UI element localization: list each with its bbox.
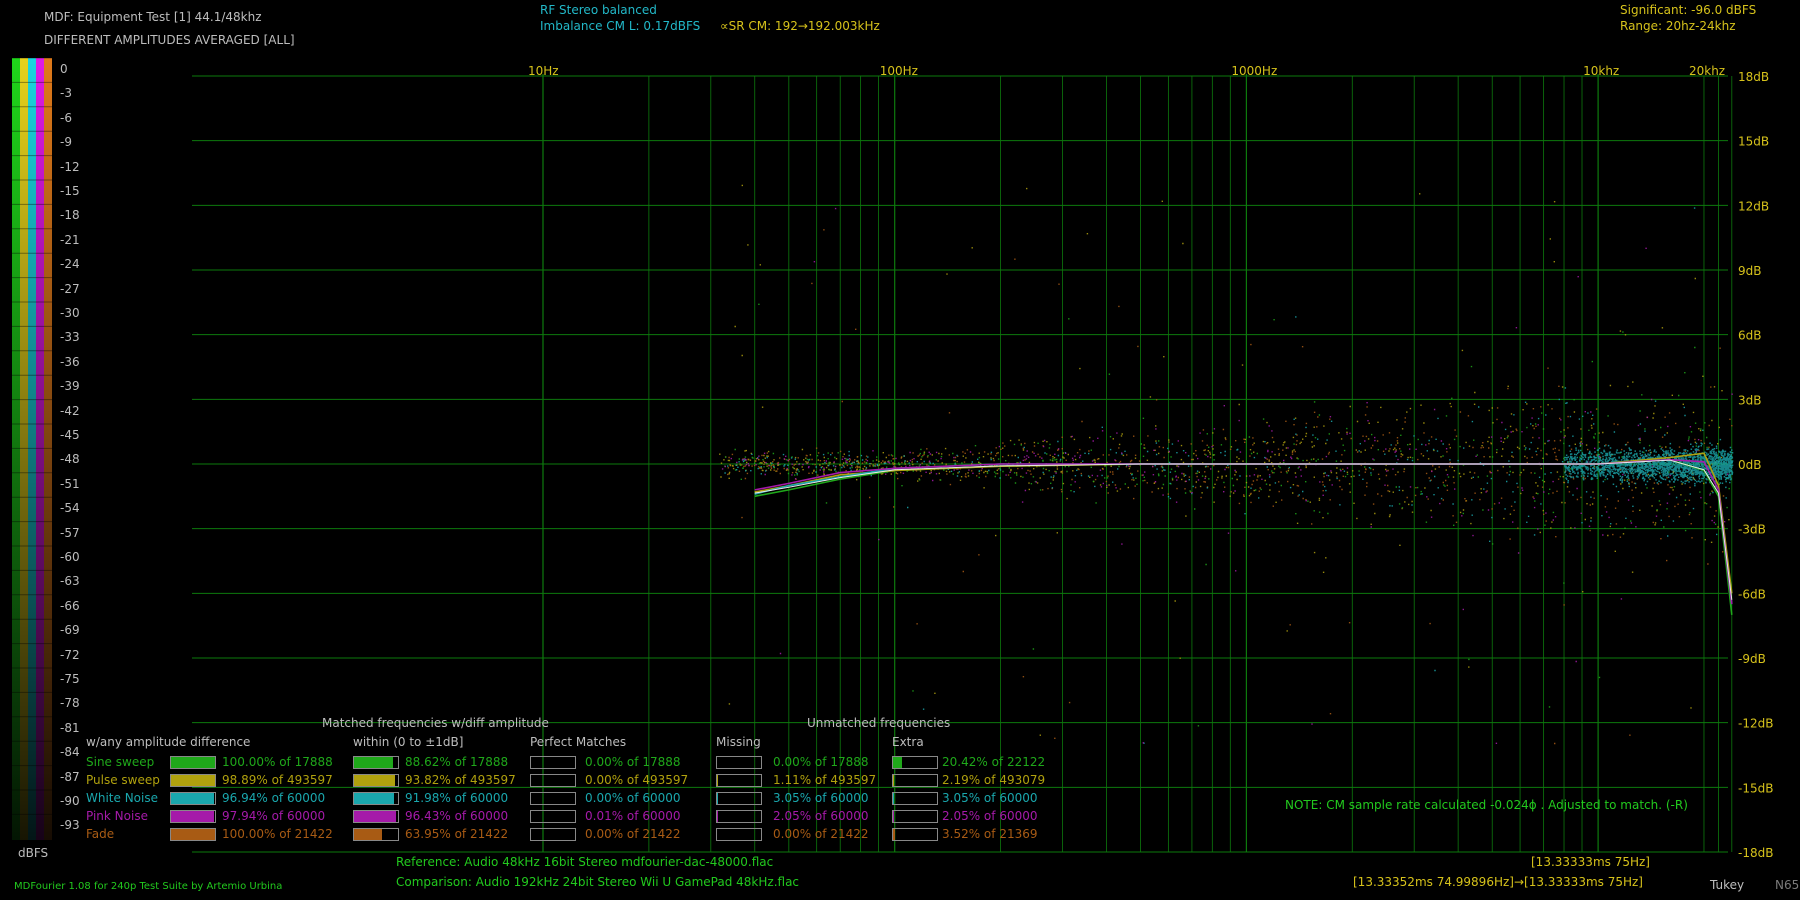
stats-bar-any: [170, 756, 216, 769]
stats-value-extra: 3.52% of 21369: [942, 827, 1038, 841]
stats-bar-extra: [892, 774, 938, 787]
stats-value-extra: 2.19% of 493079: [942, 773, 1046, 787]
y-tick-label: -18dB: [1738, 846, 1773, 860]
series-line-sine: [754, 458, 1733, 615]
stats-bar-perfect: [530, 810, 576, 823]
y-tick-label: 12dB: [1738, 199, 1769, 213]
stats-bar-extra: [892, 756, 938, 769]
stats-value-perfect: 0.00% of 21422: [585, 827, 681, 841]
stats-value-perfect: 0.01% of 60000: [585, 809, 681, 823]
stats-bar-within: [353, 828, 399, 841]
y-tick-label: 15dB: [1738, 135, 1769, 149]
y-tick-label: -6dB: [1738, 587, 1766, 601]
stats-value-missing: 0.00% of 17888: [773, 755, 869, 769]
timing-comparison: [13.33352ms 74.99896Hz]→[13.33333ms 75Hz…: [1353, 875, 1643, 889]
stats-value-missing: 2.05% of 60000: [773, 809, 869, 823]
stats-bar-perfect: [530, 792, 576, 805]
series-lines: [754, 452, 1733, 615]
stats-bar-missing: [716, 810, 762, 823]
y-tick-label: -9dB: [1738, 652, 1766, 666]
stats-row-label: Fade: [86, 827, 115, 841]
col-within-header: within (0 to ±1dB]: [353, 735, 464, 749]
reference-file: Reference: Audio 48kHz 16bit Stereo mdfo…: [396, 855, 774, 869]
stats-bar-any: [170, 774, 216, 787]
stats-bar-within: [353, 774, 399, 787]
stats-value-missing: 3.05% of 60000: [773, 791, 869, 805]
stats-bar-missing: [716, 756, 762, 769]
series-line-pulse: [754, 452, 1733, 594]
stats-row-label: Sine sweep: [86, 755, 155, 769]
stats-value-perfect: 0.00% of 493597: [585, 773, 689, 787]
stats-value-perfect: 0.00% of 17888: [585, 755, 681, 769]
y-tick-label: 9dB: [1738, 264, 1761, 278]
stats-bar-extra: [892, 810, 938, 823]
stats-value-perfect: 0.00% of 60000: [585, 791, 681, 805]
y-tick-label: 18dB: [1738, 70, 1769, 84]
stats-value-within: 88.62% of 17888: [405, 755, 509, 769]
x-tick-label: 10khz: [1583, 64, 1619, 78]
x-tick-label: 20khz: [1689, 64, 1725, 78]
stats-bar-missing: [716, 828, 762, 841]
window-label: Tukey: [1710, 878, 1745, 892]
stats-value-within: 96.43% of 60000: [405, 809, 509, 823]
stats-value-any: 100.00% of 17888: [222, 755, 333, 769]
stats-value-within: 93.82% of 493597: [405, 773, 516, 787]
scatter-dot-group: [725, 229, 1733, 745]
series-line-white: [754, 458, 1733, 605]
stats-value-any: 97.94% of 60000: [222, 809, 326, 823]
y-tick-label: -12dB: [1738, 717, 1773, 731]
stats-bar-missing: [716, 792, 762, 805]
y-tick-labels: 18dB 15dB 12dB 9dB 6dB 3dB 0dB -3dB -6dB -9dB -12d…: [1738, 70, 1773, 860]
col-extra-header: Extra: [892, 735, 924, 749]
stats-bar-any: [170, 810, 216, 823]
tag-label: N65: [1775, 878, 1800, 892]
stats-row-label: White Noise: [86, 791, 158, 805]
stats-value-any: 100.00% of 21422: [222, 827, 333, 841]
stats-value-extra: 3.05% of 60000: [942, 791, 1038, 805]
comparison-file: Comparison: Audio 192kHz 24bit Stereo Wi…: [396, 875, 800, 889]
stats-bar-perfect: [530, 756, 576, 769]
timing-reference: [13.33333ms 75Hz]: [1531, 855, 1650, 869]
note-text: NOTE: CM sample rate calculated -0.024ϕ …: [1285, 798, 1688, 812]
x-tick-label: 1000Hz: [1231, 64, 1277, 78]
scatter-dot-group: [719, 184, 1730, 736]
stats-value-missing: 1.11% of 493597: [773, 773, 877, 787]
stats-bar-within: [353, 756, 399, 769]
x-tick-label: 10Hz: [528, 64, 559, 78]
stats-bar-extra: [892, 828, 938, 841]
stats-bar-perfect: [530, 774, 576, 787]
stats-value-within: 91.98% of 60000: [405, 791, 509, 805]
series-line-average: [754, 459, 1733, 600]
stats-bar-within: [353, 792, 399, 805]
section-unmatched-title: Unmatched frequencies: [807, 716, 951, 730]
credit-text: MDFourier 1.08 for 240p Test Suite by Ar…: [14, 881, 283, 892]
x-tick-label: 100Hz: [880, 64, 918, 78]
stats-value-any: 98.89% of 493597: [222, 773, 333, 787]
stats-value-missing: 0.00% of 21422: [773, 827, 869, 841]
col-missing-header: Missing: [716, 735, 761, 749]
stats-row-label: Pulse sweep: [86, 773, 160, 787]
stats-bar-any: [170, 792, 216, 805]
section-matched-title: Matched frequencies w/diff amplitude: [322, 716, 549, 730]
stats-bar-perfect: [530, 828, 576, 841]
stats-row-label: Pink Noise: [86, 809, 148, 823]
stats-value-extra: 20.42% of 22122: [942, 755, 1046, 769]
stats-value-any: 96.94% of 60000: [222, 791, 326, 805]
stats-bar-any: [170, 828, 216, 841]
y-tick-label: -3dB: [1738, 523, 1766, 537]
scatter-dot-group: [1564, 442, 1734, 489]
col-perfect-header: Perfect Matches: [530, 735, 627, 749]
stats-bar-missing: [716, 774, 762, 787]
y-tick-label: 6dB: [1738, 329, 1761, 343]
y-tick-label: -15dB: [1738, 781, 1773, 795]
scatter-dot-group: [724, 303, 1730, 727]
stats-value-extra: 2.05% of 60000: [942, 809, 1038, 823]
stats-value-within: 63.95% of 21422: [405, 827, 509, 841]
y-tick-label: 0dB: [1738, 458, 1761, 472]
series-line-pink: [754, 458, 1733, 605]
col-any-header: w/any amplitude difference: [86, 735, 251, 749]
y-tick-label: 3dB: [1738, 393, 1761, 407]
stats-bar-within: [353, 810, 399, 823]
stats-bar-extra: [892, 792, 938, 805]
